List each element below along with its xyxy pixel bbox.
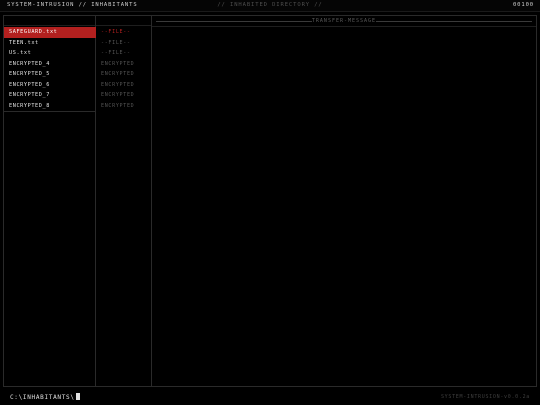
status-list: --FILE-- --FILE-- --FILE-- ENCRYPTED ENC…: [96, 27, 152, 111]
version-label: SYSTEM-INTRUSION-v0.0.2a: [440, 394, 530, 400]
status-column: --FILE-- --FILE-- --FILE-- ENCRYPTED ENC…: [96, 16, 152, 386]
command-bar: C:\INHABITANTS\ SYSTEM-INTRUSION-v0.0.2a: [0, 389, 540, 405]
directory-window: SAFEGUARD.txt TEEN.txt US.txt ENCRYPTED_…: [3, 15, 537, 387]
command-prompt[interactable]: C:\INHABITANTS\: [10, 393, 80, 401]
status-item: ENCRYPTED: [101, 102, 135, 109]
top-status-bar: SYSTEM-INTRUSION // INHABITANTS // INHAB…: [0, 0, 540, 12]
file-item-encrypted-7[interactable]: ENCRYPTED_7: [4, 90, 96, 101]
status-item: --FILE--: [101, 29, 131, 35]
status-item: --FILE--: [101, 50, 131, 56]
header-divider-right: [376, 21, 532, 22]
counter-readout: 00100: [512, 2, 534, 8]
file-column: SAFEGUARD.txt TEEN.txt US.txt ENCRYPTED_…: [4, 16, 96, 386]
file-item-encrypted-5[interactable]: ENCRYPTED_5: [4, 69, 96, 80]
status-column-header: [96, 16, 151, 26]
status-item: ENCRYPTED: [101, 81, 135, 88]
message-body: [152, 26, 536, 386]
file-item-encrypted-4[interactable]: ENCRYPTED_4: [4, 59, 96, 70]
status-item: ENCRYPTED: [101, 60, 135, 67]
file-item-encrypted-6[interactable]: ENCRYPTED_6: [4, 80, 96, 91]
file-list: SAFEGUARD.txt TEEN.txt US.txt ENCRYPTED_…: [4, 27, 96, 112]
file-item-encrypted-8[interactable]: ENCRYPTED_8: [4, 101, 96, 112]
text-cursor: [75, 393, 80, 400]
file-item-teen[interactable]: TEEN.txt: [4, 38, 96, 49]
status-item: --FILE--: [101, 39, 131, 46]
file-column-header: [4, 16, 95, 26]
file-item-us[interactable]: US.txt: [4, 48, 96, 59]
status-item: ENCRYPTED: [101, 92, 135, 98]
prompt-path: C:\INHABITANTS\: [10, 394, 75, 401]
directory-title: // INHABITED DIRECTORY //: [217, 2, 323, 8]
status-item: ENCRYPTED: [101, 71, 135, 77]
file-item-safeguard[interactable]: SAFEGUARD.txt: [4, 27, 96, 38]
message-panel: TRANSFER-MESSAGE: [152, 16, 536, 386]
message-header: TRANSFER-MESSAGE: [156, 16, 532, 26]
